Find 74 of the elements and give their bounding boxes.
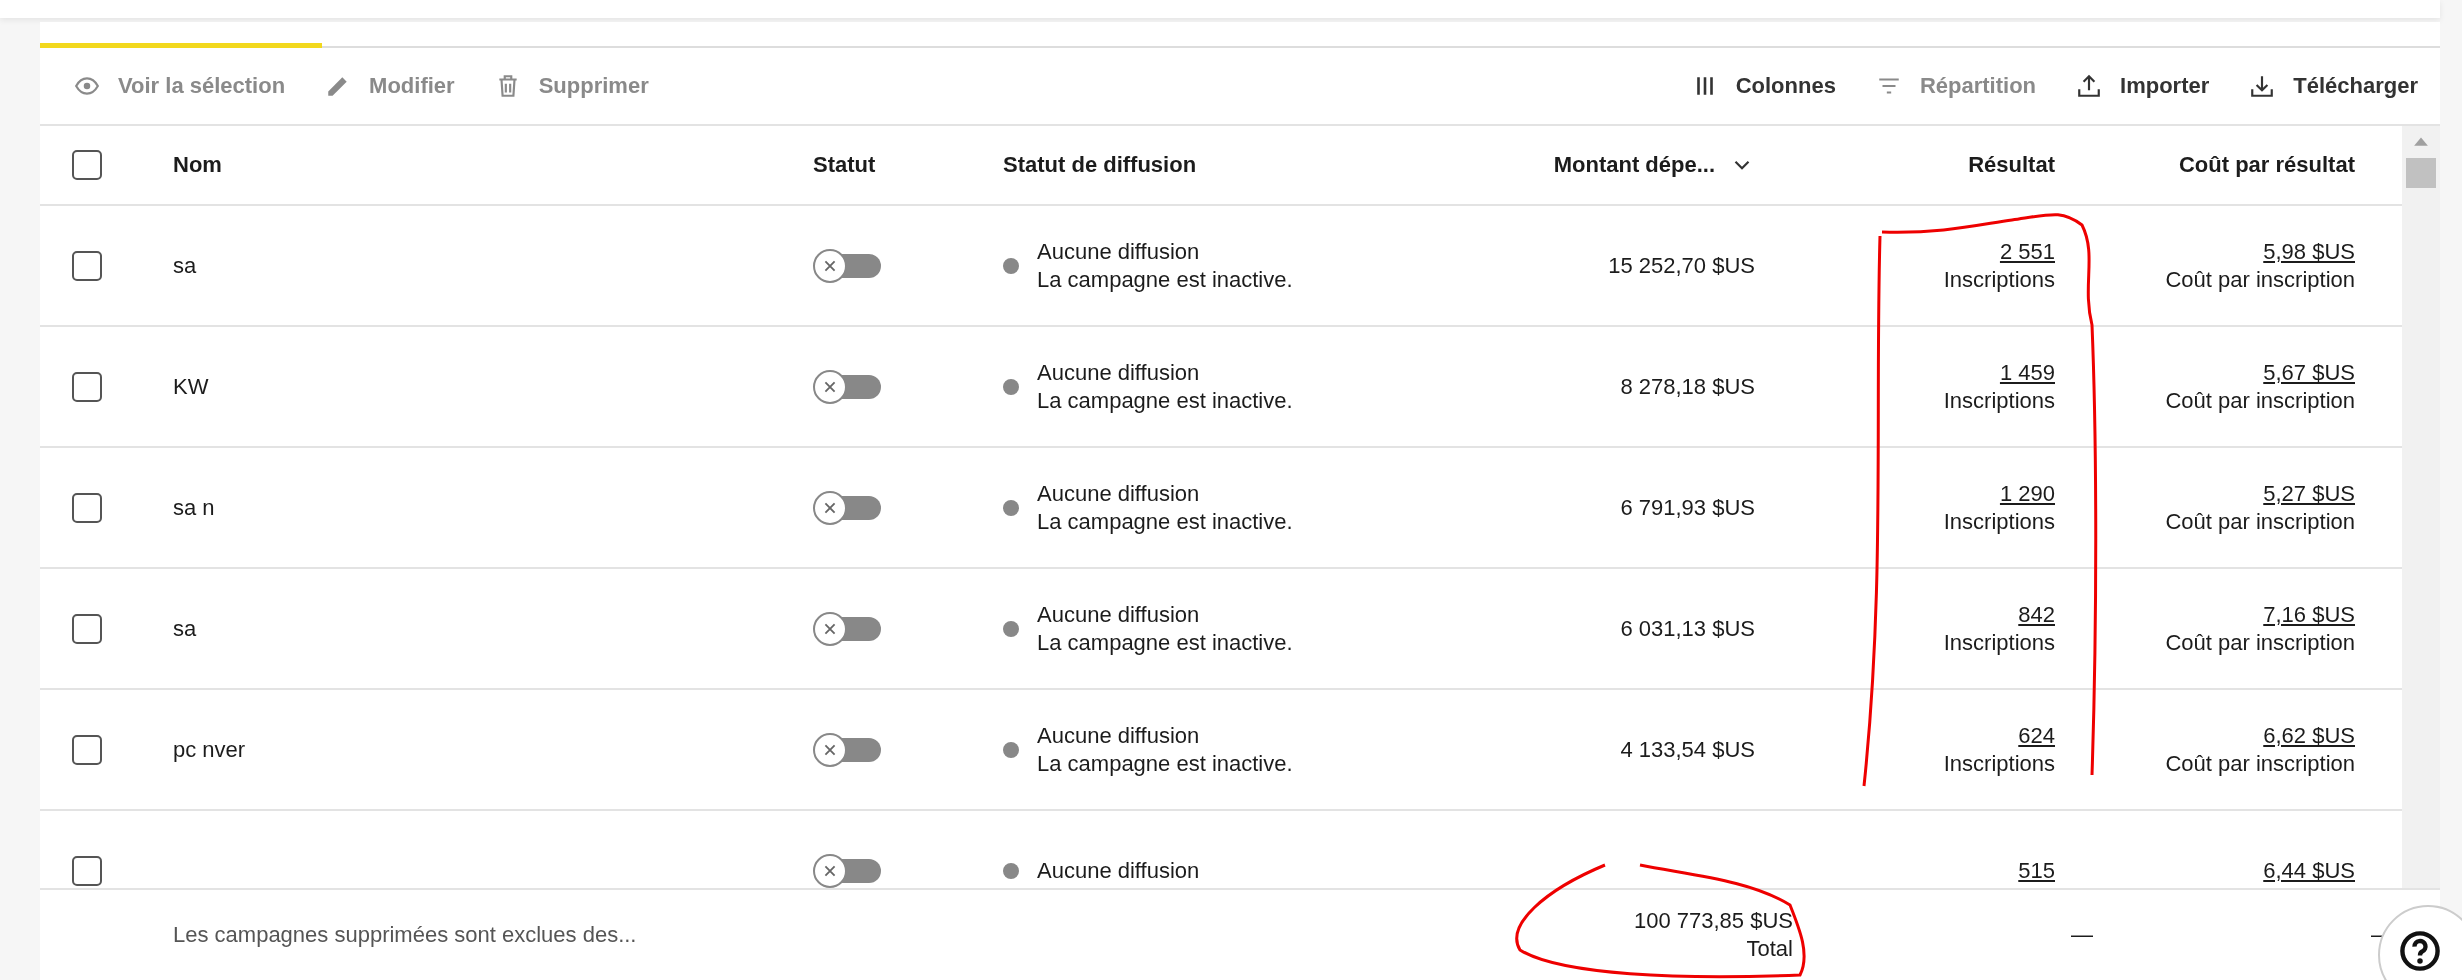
- cost-link[interactable]: 5,27 $US: [2263, 479, 2355, 508]
- status-toggle[interactable]: [813, 490, 881, 525]
- result-link[interactable]: 1 290: [1999, 479, 2055, 508]
- campaign-name[interactable]: KW: [173, 373, 209, 399]
- cost-type: Coût par inscription: [2165, 386, 2355, 415]
- row-checkbox[interactable]: [72, 613, 102, 644]
- column-header[interactable]: Nom: [173, 152, 222, 177]
- result-link[interactable]: 842: [2018, 600, 2055, 629]
- delivery-note: La campagne est inactive.: [1037, 749, 1293, 778]
- delivery-status: Aucune diffusion: [1037, 479, 1201, 508]
- question-mark-icon: [2398, 929, 2442, 973]
- row-checkbox[interactable]: [72, 492, 102, 523]
- cost-type: Coût par inscription: [2165, 749, 2355, 778]
- cost-type: Coût par inscription: [2165, 628, 2355, 657]
- row-checkbox[interactable]: [72, 734, 102, 765]
- toolbar-button[interactable]: Colonnes: [1681, 65, 1846, 107]
- total-label: Total: [1746, 935, 1793, 963]
- delivery-note: La campagne est inactive.: [1037, 507, 1293, 536]
- campaign-name[interactable]: pc nver: [173, 736, 246, 762]
- delivery-status: Aucune diffusion: [1037, 600, 1201, 629]
- column-header[interactable]: Coût par résultat: [2178, 152, 2355, 178]
- row-checkbox[interactable]: [72, 250, 102, 281]
- delivery-status: Aucune diffusion: [1037, 237, 1201, 266]
- cost-link[interactable]: 5,67 $US: [2263, 358, 2355, 387]
- campaign-name[interactable]: sa: [173, 252, 197, 278]
- delivery-note: La campagne est inactive.: [1037, 386, 1293, 415]
- scrollbar[interactable]: [2402, 126, 2440, 888]
- amount-spent: 15 252,70 $US: [1608, 252, 1755, 279]
- status-toggle[interactable]: [813, 248, 881, 283]
- result-link[interactable]: 1 459: [1999, 358, 2055, 387]
- column-header[interactable]: Statut de diffusion: [1003, 152, 1197, 178]
- column-header[interactable]: Statut: [813, 152, 876, 177]
- delivery-note: La campagne est inactive.: [1037, 265, 1293, 294]
- select-all-checkbox[interactable]: [72, 150, 102, 180]
- result-type: Inscriptions: [1943, 507, 2055, 536]
- result-link[interactable]: 2 551: [1999, 237, 2055, 266]
- cost-type: Coût par inscription: [2165, 265, 2355, 294]
- campaign-name[interactable]: sa: [173, 615, 197, 641]
- cost-link[interactable]: 5,98 $US: [2263, 237, 2355, 266]
- delivery-note: La campagne est inactive.: [1037, 628, 1293, 657]
- delivery-status: Aucune diffusion: [1037, 358, 1201, 387]
- cost-type: Coût par inscription: [2165, 507, 2355, 536]
- total-amount: 100 773,85 $US: [1633, 907, 1793, 935]
- row-checkbox[interactable]: [72, 371, 102, 402]
- toolbar-button[interactable]: Télécharger: [2239, 65, 2428, 107]
- delivery-status: Aucune diffusion: [1037, 856, 1200, 885]
- column-header[interactable]: Résultat: [1968, 152, 2055, 178]
- status-toggle[interactable]: [813, 732, 881, 767]
- amount-spent: 4 133,54 $US: [1620, 736, 1755, 763]
- download-icon: [2249, 73, 2276, 99]
- scrollbar-thumb[interactable]: [2406, 158, 2436, 188]
- toolbar-button[interactable]: Importer: [2066, 65, 2220, 107]
- amount-spent: 6 791,93 $US: [1620, 494, 1755, 521]
- cost-link[interactable]: 6,44 $US: [2263, 856, 2355, 885]
- status-toggle[interactable]: [813, 853, 881, 888]
- amount-spent: 8 278,18 $US: [1620, 373, 1755, 400]
- status-toggle[interactable]: [813, 611, 881, 646]
- column-header[interactable]: Montant dépe...: [1553, 152, 1715, 178]
- campaign-name[interactable]: sa n: [173, 494, 215, 520]
- result-type: Inscriptions: [1943, 386, 2055, 415]
- cost-link[interactable]: 7,16 $US: [2263, 600, 2355, 629]
- result-type: Inscriptions: [1943, 749, 2055, 778]
- upload-icon: [2076, 73, 2102, 99]
- row-checkbox[interactable]: [72, 855, 102, 886]
- cost-link[interactable]: 6,62 $US: [2263, 721, 2355, 750]
- status-toggle[interactable]: [813, 369, 881, 404]
- amount-spent: 6 031,13 $US: [1620, 615, 1755, 642]
- result-link[interactable]: 515: [2018, 856, 2055, 885]
- result-type: Inscriptions: [1943, 265, 2055, 294]
- result-type: Inscriptions: [1943, 628, 2055, 657]
- total-result: —: [2071, 922, 2093, 948]
- delivery-status: Aucune diffusion: [1037, 721, 1201, 750]
- result-link[interactable]: 624: [2018, 721, 2055, 750]
- footer-note: Les campagnes supprimées sont exclues des...: [173, 922, 637, 947]
